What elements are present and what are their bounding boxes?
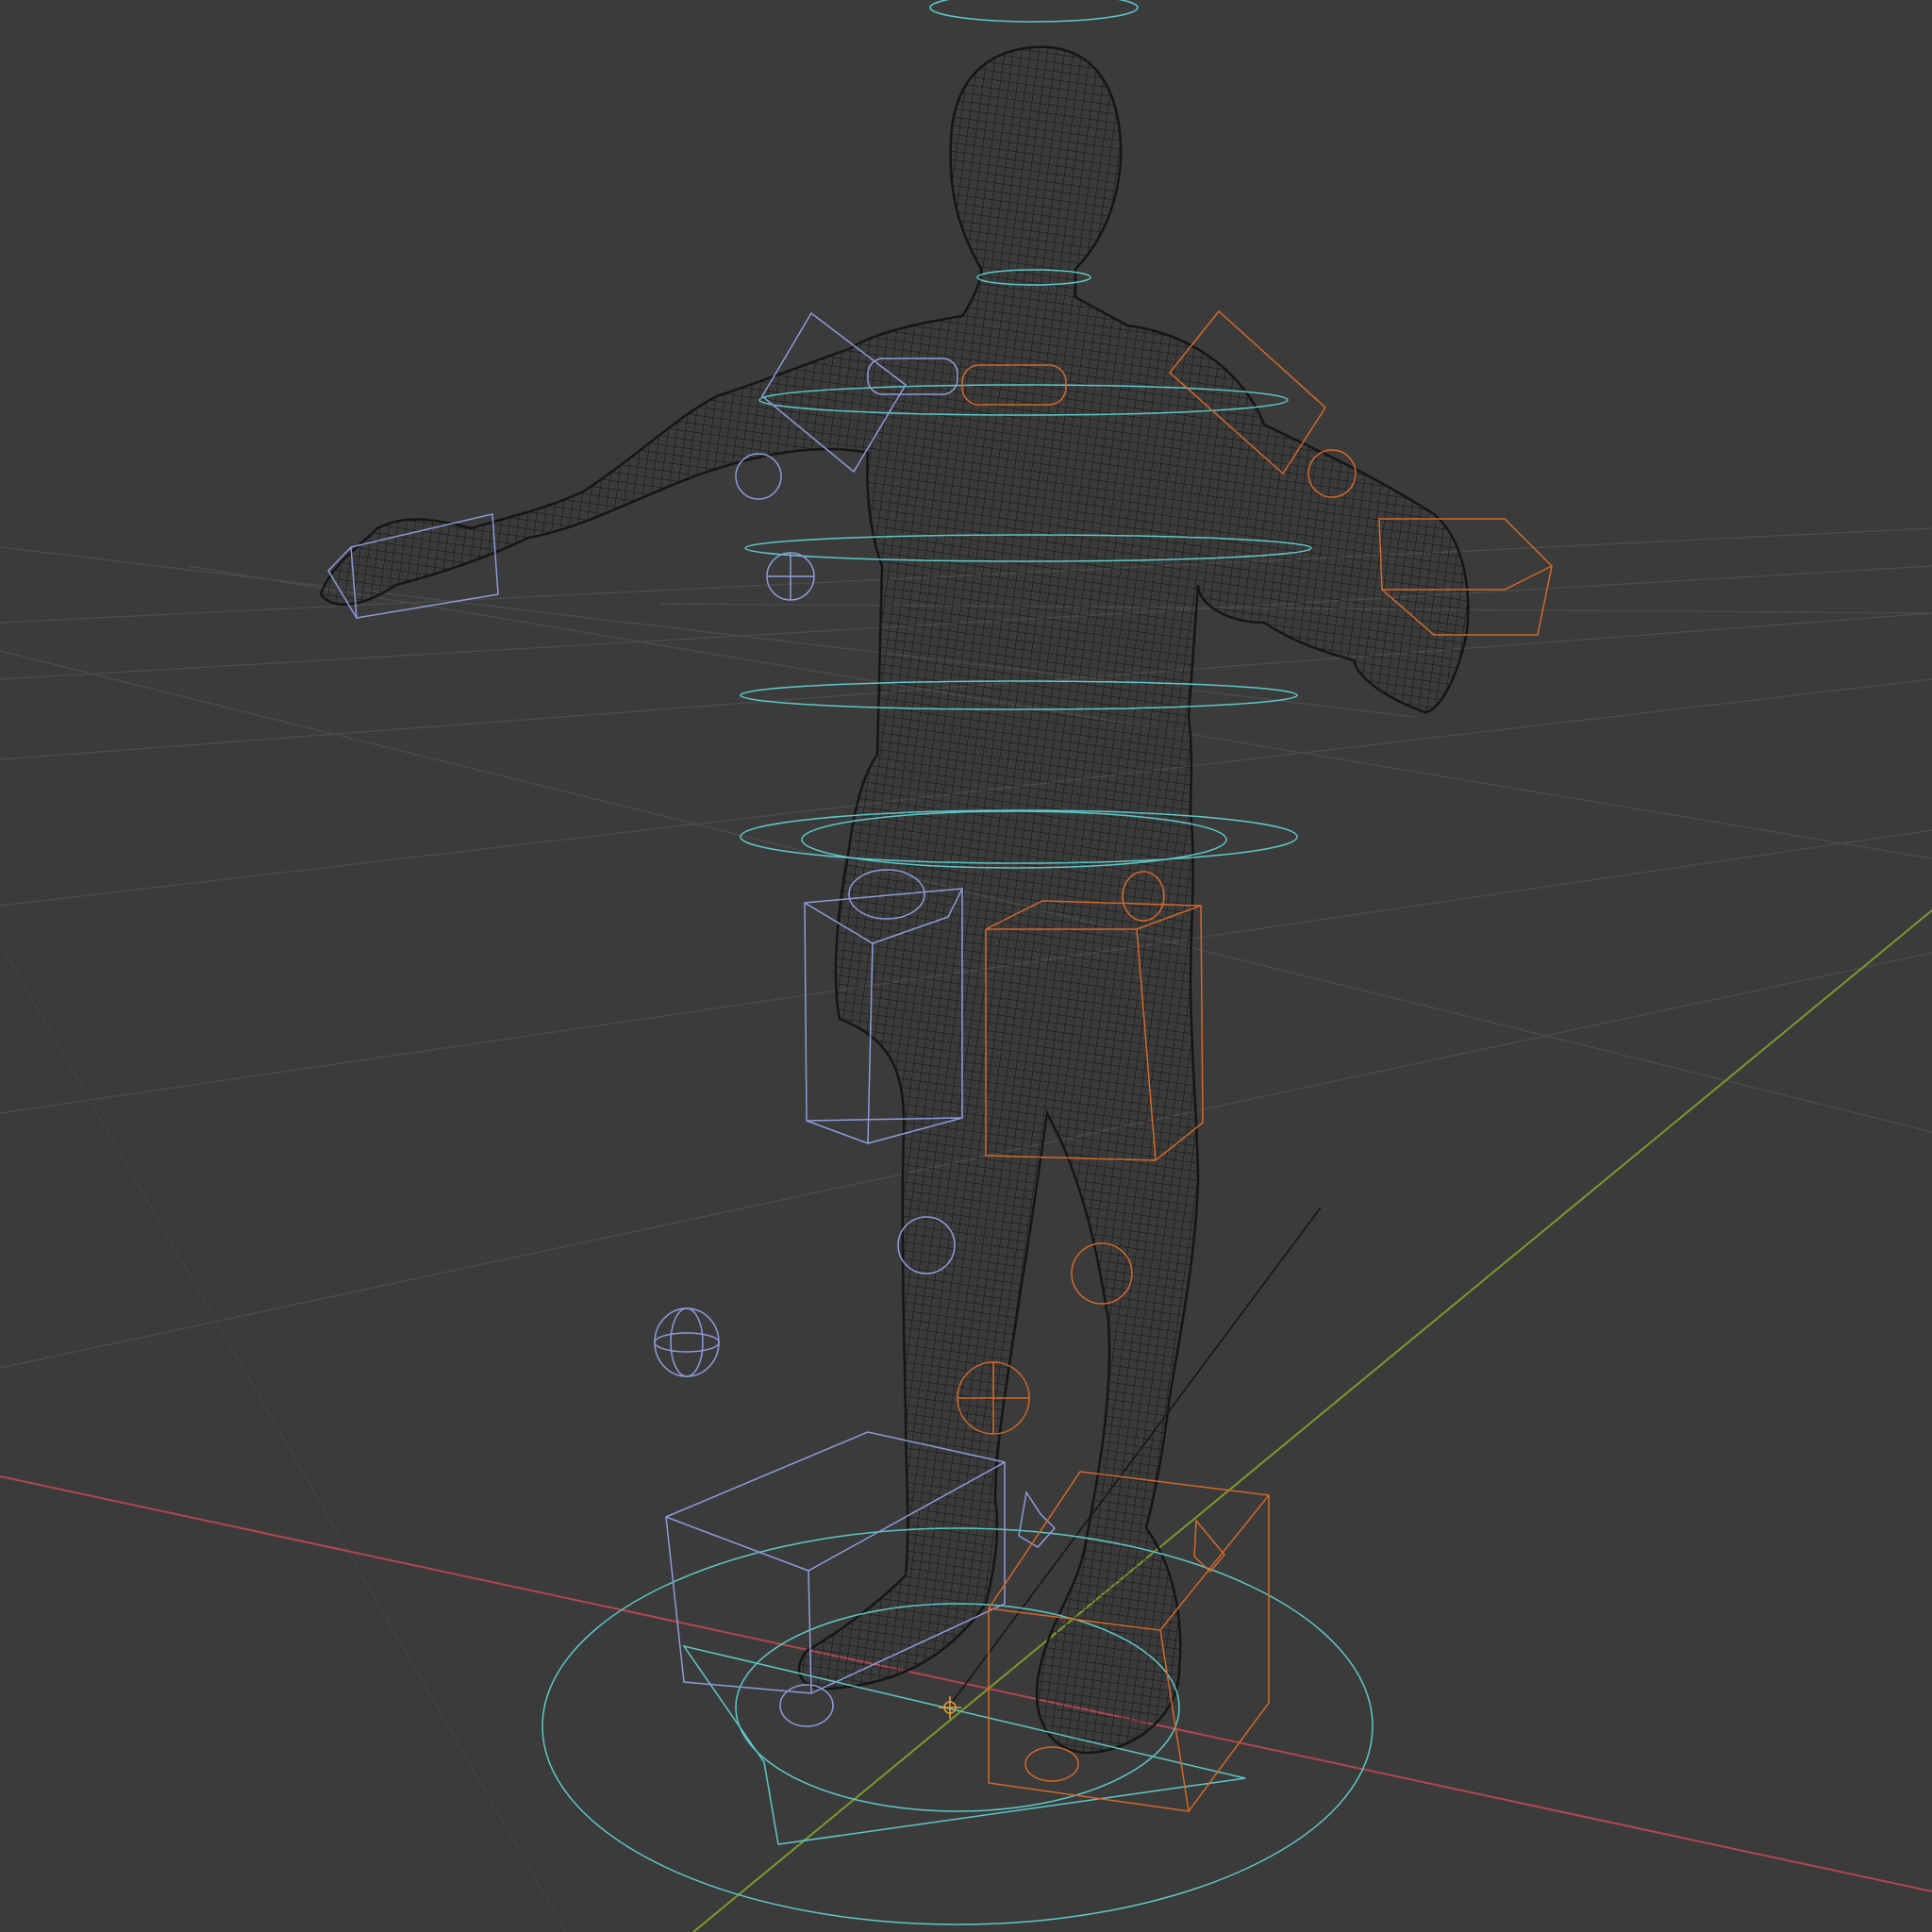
leg-pole-right-control[interactable]: [957, 1361, 1030, 1435]
3d-cursor[interactable]: [939, 1696, 961, 1719]
toe-right-control[interactable]: [1193, 1519, 1225, 1574]
character-mesh[interactable]: [319, 45, 1470, 1755]
arm-pole-left-control[interactable]: [766, 552, 815, 601]
leg-pole-left-control[interactable]: [654, 1307, 720, 1377]
elbow-left-control[interactable]: [735, 453, 782, 500]
viewport-canvas[interactable]: [0, 0, 1932, 1932]
heel-right-control[interactable]: [1024, 1746, 1079, 1782]
y-axis-line: [692, 909, 1932, 1932]
toe-left-control[interactable]: [1018, 1490, 1057, 1548]
head-ring-control[interactable]: [929, 0, 1139, 23]
3d-viewport[interactable]: [0, 0, 1932, 1932]
heel-left-control[interactable]: [779, 1684, 834, 1727]
